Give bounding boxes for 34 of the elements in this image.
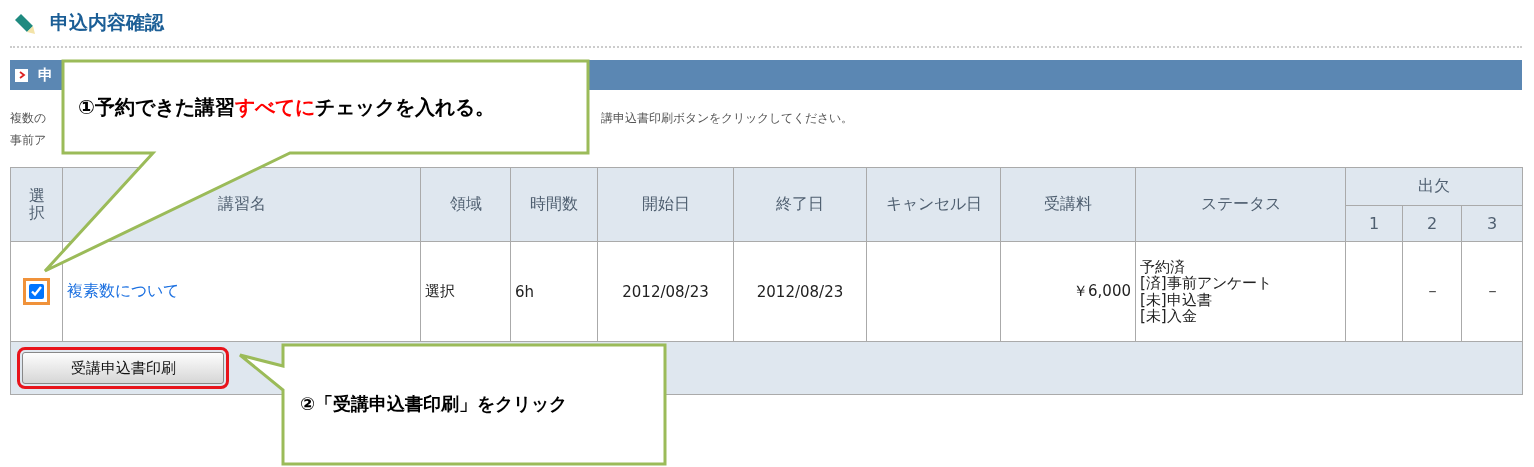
table-cell: ￥6,000 — [1073, 282, 1131, 300]
column-header: 受講料 — [1000, 167, 1136, 242]
print-button[interactable]: 受講申込書印刷 — [22, 352, 224, 384]
column-header: 終了日 — [733, 167, 867, 242]
table-cell: － — [1424, 282, 1440, 300]
table-cell: 選択 — [425, 282, 455, 300]
column-header: 時間数 — [510, 167, 598, 242]
column-header: 開始日 — [597, 167, 734, 242]
checkbox[interactable] — [29, 284, 44, 299]
table-cell: 6h — [515, 282, 535, 301]
section-title: 申 — [38, 65, 53, 85]
status-line: [未]入金 — [1140, 308, 1198, 325]
status-line: [未]申込書 — [1140, 291, 1213, 308]
status-line: [済]事前アンケート — [1140, 275, 1273, 292]
table-cell: 2012/08/23 — [756, 282, 844, 301]
intro-text: 複数の — [10, 110, 46, 126]
intro-text: 事前ア — [10, 132, 46, 148]
table-cell: － — [1484, 282, 1500, 300]
table-cell: 2012/08/23 — [622, 282, 709, 301]
course-link[interactable]: 複素数について — [67, 281, 179, 300]
status-line: 予約済 — [1140, 258, 1186, 275]
column-header: 出欠 — [1345, 167, 1523, 206]
intro-text: 講申込書印刷ボタンをクリックしてください。 — [601, 110, 853, 126]
column-header: ステータス — [1135, 167, 1346, 242]
column-header: 選択 — [10, 167, 63, 242]
column-header: 1 — [1345, 205, 1403, 242]
callout-text: ①予約できた講習すべてにチェックを入れる。 — [78, 94, 495, 121]
column-header: 3 — [1461, 205, 1523, 242]
page-title: 申込内容確認 — [50, 10, 164, 35]
column-header: 2 — [1402, 205, 1462, 242]
callout-text: ②「受講申込書印刷」をクリック — [300, 392, 568, 416]
column-header: 領域 — [420, 167, 511, 242]
arrow-icon — [15, 68, 28, 82]
column-header: キャンセル日 — [866, 167, 1001, 242]
